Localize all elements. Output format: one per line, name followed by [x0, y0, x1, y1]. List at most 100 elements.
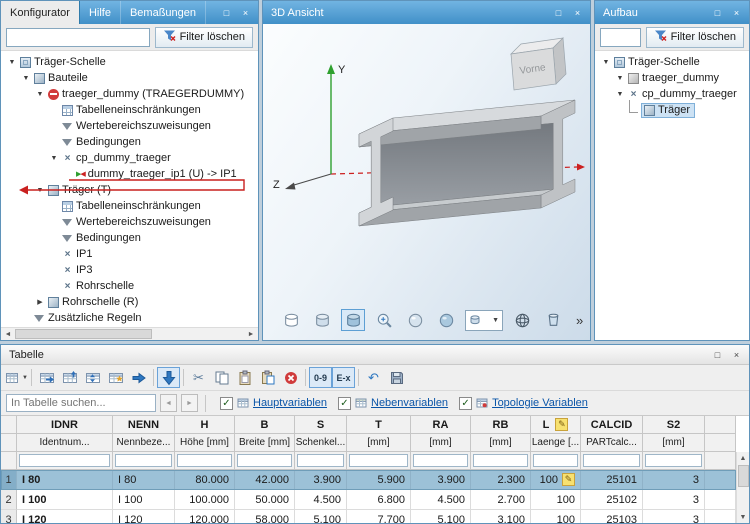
filter-clear-button[interactable]: Filter löschen [646, 27, 744, 48]
table-cell[interactable]: 7.700 [347, 510, 411, 523]
table-row[interactable]: 1 I 80 I 80 80.000 42.000 3.900 5.900 3.… [1, 470, 736, 490]
tree-item-zusaetzliche-regeln[interactable]: Zusätzliche Regeln [1, 310, 258, 326]
paste-button[interactable] [233, 367, 256, 388]
sphere-view-button[interactable] [403, 309, 427, 331]
table-row[interactable]: 2 I 100 I 100 100.000 50.000 4.500 6.800… [1, 490, 736, 510]
renumber-rows-button[interactable] [104, 367, 127, 388]
table-cell[interactable]: 50.000 [235, 490, 295, 510]
column-filter-input[interactable] [237, 454, 292, 467]
tree-item-wertebereichszuweisungen-2[interactable]: Wertebereichszuweisungen [1, 214, 258, 230]
column-header-ra[interactable]: RA [411, 416, 471, 434]
table-cell[interactable]: 25101 [581, 470, 643, 490]
tree-item-cp-dummy-traeger[interactable]: ▼ × cp_dummy_traeger [1, 150, 258, 166]
tab-hilfe[interactable]: Hilfe [80, 1, 121, 24]
tree-item-tabelleneinschraenkungen-2[interactable]: Tabelleneinschränkungen [1, 198, 258, 214]
column-filter-input[interactable] [413, 454, 468, 467]
tree-item-dummy-traeger-ip1[interactable]: ▶◀ dummy_traeger_ip1 (U) -> IP1 [1, 166, 258, 182]
table-cell[interactable]: I 100 [113, 490, 175, 510]
table-cell[interactable]: I 80 [17, 470, 113, 490]
nebenvariablen-checkbox[interactable]: ✓ [338, 397, 351, 410]
column-filter-input[interactable] [473, 454, 528, 467]
3d-viewport[interactable]: Y Z Vorne ▼ » [263, 24, 590, 340]
tab-konfigurator[interactable]: Konfigurator [1, 1, 80, 24]
scroll-down-icon[interactable]: ▼ [740, 511, 747, 523]
konfigurator-search-input[interactable] [6, 28, 150, 47]
close-icon[interactable]: × [728, 5, 745, 20]
table-search-input[interactable] [6, 394, 156, 412]
save-button[interactable] [385, 367, 408, 388]
maximize-icon[interactable]: □ [709, 5, 726, 20]
scroll-right-icon[interactable]: ► [244, 331, 258, 338]
expander-open-icon[interactable]: ▼ [7, 59, 17, 66]
tree-item-ip1[interactable]: × IP1 [1, 246, 258, 262]
expander-closed-icon[interactable]: ▶ [35, 298, 45, 306]
expander-open-icon[interactable]: ▼ [49, 155, 59, 162]
table-cell[interactable]: 3.900 [411, 470, 471, 490]
table-cell[interactable]: 25102 [581, 490, 643, 510]
table-cell[interactable]: 100 [531, 490, 581, 510]
table-options-button[interactable]: ▼ [5, 367, 28, 388]
hauptvariablen-link[interactable]: Hauptvariablen [253, 397, 327, 409]
tree-item-tabelleneinschraenkungen[interactable]: Tabelleneinschränkungen [1, 102, 258, 118]
table-cell[interactable]: 4.500 [411, 490, 471, 510]
table-cell[interactable]: 120.000 [175, 510, 235, 523]
tree-item-bedingungen-2[interactable]: Bedingungen [1, 230, 258, 246]
hauptvariablen-checkbox[interactable]: ✓ [220, 397, 233, 410]
tree-item-rohrschelle-r[interactable]: ▶ Rohrschelle (R) [1, 294, 258, 310]
expander-open-icon[interactable]: ▼ [35, 187, 45, 194]
table-cell[interactable]: 3 [643, 490, 705, 510]
column-filter-input[interactable] [645, 454, 702, 467]
cut-button[interactable]: ✂ [187, 367, 210, 388]
render-wireframe-button[interactable] [279, 309, 303, 331]
expander-open-icon[interactable]: ▼ [615, 75, 625, 82]
tree-item-traeger-t[interactable]: ▼ Träger (T) [1, 182, 258, 198]
sphere-shaded-button[interactable] [434, 309, 458, 331]
maximize-icon[interactable]: □ [550, 5, 567, 20]
tree-item-traeger-schelle[interactable]: ▼ Träger-Schelle [595, 54, 749, 70]
mesh-sphere-button[interactable] [510, 309, 534, 331]
tree-item-traeger-selected[interactable]: Träger [595, 102, 749, 118]
close-icon[interactable]: × [237, 5, 254, 20]
tree-item-traeger-schelle[interactable]: ▼ Träger-Schelle [1, 54, 258, 70]
table-cell[interactable]: 80.000 [175, 470, 235, 490]
table-cell[interactable]: I 120 [17, 510, 113, 523]
column-header-s2[interactable]: S2 [643, 416, 705, 434]
apply-down-button[interactable] [157, 367, 180, 388]
column-filter-input[interactable] [349, 454, 408, 467]
scroll-up-icon[interactable]: ▲ [740, 452, 747, 464]
column-header-t[interactable]: T [347, 416, 411, 434]
column-header-b[interactable]: B [235, 416, 295, 434]
aufbau-search-input[interactable] [600, 28, 641, 47]
append-row-button[interactable] [58, 367, 81, 388]
column-header-s[interactable]: S [295, 416, 347, 434]
close-icon[interactable]: × [728, 347, 745, 362]
material-bucket-button[interactable] [541, 309, 565, 331]
expander-open-icon[interactable]: ▼ [615, 91, 625, 98]
table-cell[interactable]: 2.700 [471, 490, 531, 510]
scroll-left-icon[interactable]: ◄ [1, 331, 15, 338]
column-header-nenn[interactable]: NENN [113, 416, 175, 434]
undo-button[interactable]: ↶ [362, 367, 385, 388]
filter-clear-button[interactable]: Filter löschen [155, 27, 253, 48]
vertical-scrollbar[interactable]: ▲ ▼ [736, 452, 749, 523]
render-shaded-button[interactable] [310, 309, 334, 331]
tree-item-bauteile[interactable]: ▼ Bauteile [1, 70, 258, 86]
scrollbar-thumb[interactable] [738, 465, 749, 487]
column-header-calcid[interactable]: CALCID [581, 416, 643, 434]
expander-open-icon[interactable]: ▼ [35, 91, 45, 98]
table-cell[interactable]: I 120 [113, 510, 175, 523]
column-filter-input[interactable] [115, 454, 172, 467]
digits-format-toggle[interactable]: 0-9 [309, 367, 332, 388]
topologie-checkbox[interactable]: ✓ [459, 397, 472, 410]
column-header-idnr[interactable]: IDNR [17, 416, 113, 434]
selected-tree-item[interactable]: Träger [641, 103, 695, 118]
copy-button[interactable] [210, 367, 233, 388]
tab-bemassungen[interactable]: Bemaßungen [121, 1, 206, 24]
table-cell[interactable]: 58.000 [235, 510, 295, 523]
column-header-h[interactable]: H [175, 416, 235, 434]
table-cell[interactable]: 5.900 [347, 470, 411, 490]
scrollbar-thumb[interactable] [15, 329, 152, 339]
table-cell[interactable]: 4.500 [295, 490, 347, 510]
table-cell[interactable]: 100 [531, 510, 581, 523]
table-row[interactable]: 3 I 120 I 120 120.000 58.000 5.100 7.700… [1, 510, 736, 523]
